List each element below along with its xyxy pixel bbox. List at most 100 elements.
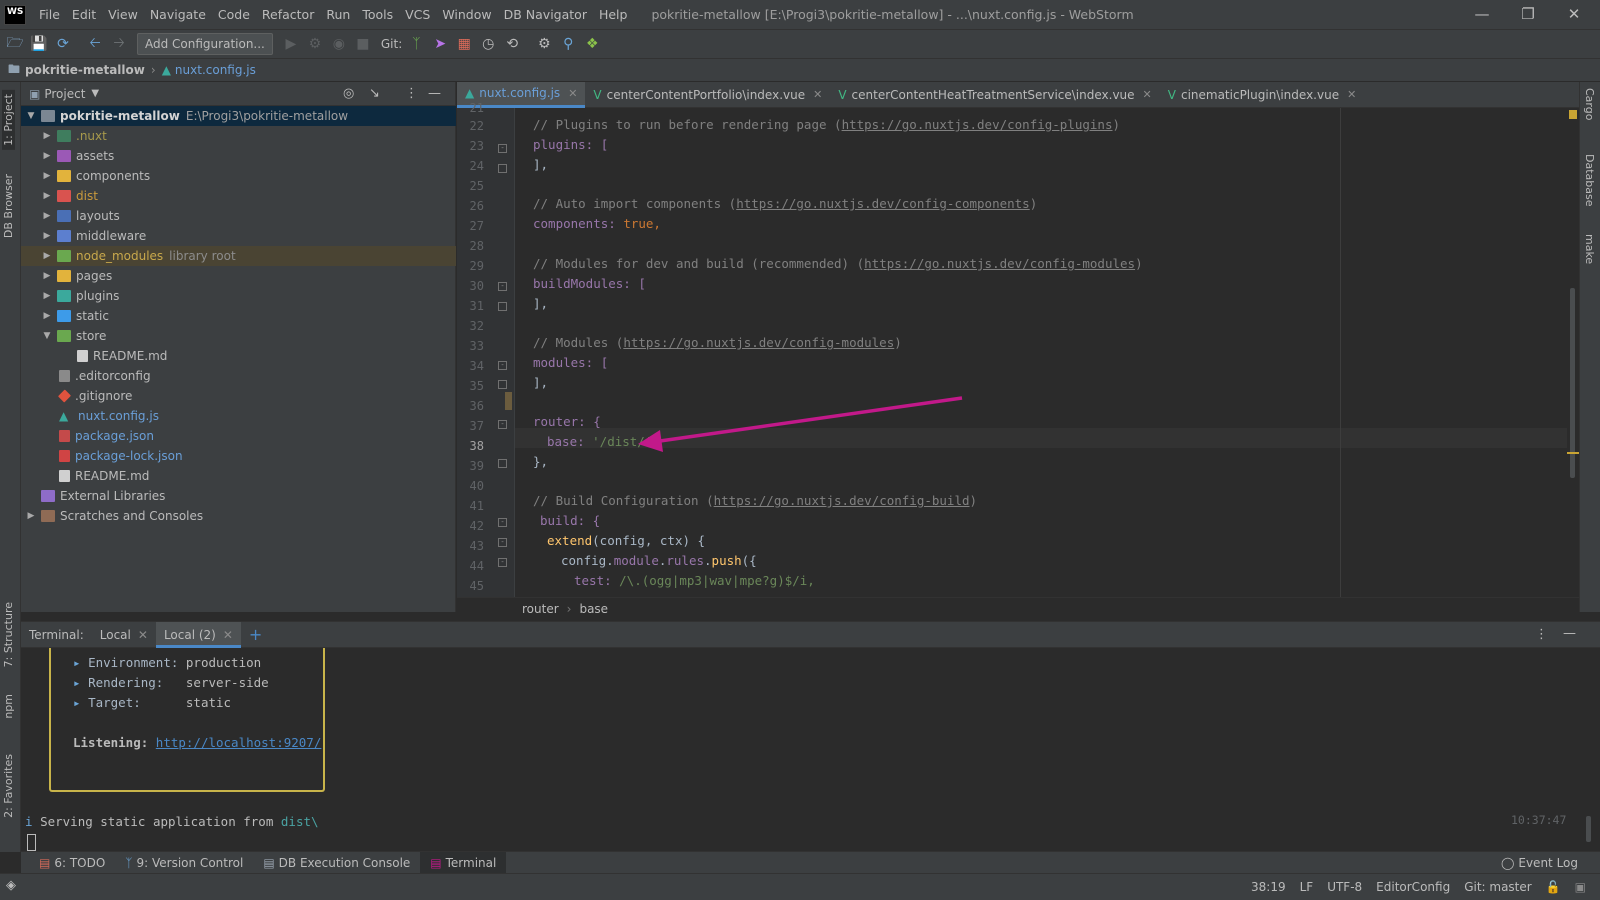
coverage-icon[interactable]: ◉ [327,33,351,55]
tree-item[interactable]: ▶ .nuxt [21,126,456,146]
tab-cinematic-plugin[interactable]: V cinematicPlugin\index.vue ✕ [1160,82,1365,108]
terminal-tab-local[interactable]: Local ✕ [92,622,156,648]
tree-item[interactable]: ▶ dist [21,186,456,206]
close-tab-icon[interactable]: ✕ [1143,88,1152,101]
line-separator[interactable]: LF [1300,880,1314,894]
nav-crumb-file[interactable]: nuxt.config.js [175,63,256,77]
terminal-tool-tab[interactable]: ▤ Terminal [420,851,507,874]
tree-item[interactable]: ▶ Scratches and Consoles [21,506,456,526]
menu-code[interactable]: Code [212,7,256,22]
search-icon[interactable]: ⚲ [556,33,580,55]
project-view-select[interactable]: Project [44,87,85,101]
close-tab-icon[interactable]: ✕ [138,628,148,642]
menu-view[interactable]: View [102,7,144,22]
layers-icon[interactable]: ◈ [6,878,16,893]
menu-run[interactable]: Run [320,7,356,22]
tree-item[interactable]: ▶ pages [21,266,456,286]
expand-arrow-icon[interactable]: ▶ [41,171,53,181]
expand-arrow-icon[interactable]: ▶ [41,271,53,281]
add-configuration-button[interactable]: Add Configuration... [137,33,273,55]
breadcrumb-router[interactable]: router [522,602,559,616]
tree-item[interactable]: ▶ static [21,306,456,326]
db-browser-tool-tab[interactable]: DB Browser [2,174,15,238]
settings-icon[interactable]: ⚙ [532,33,556,55]
menu-db-navigator[interactable]: DB Navigator [498,7,593,22]
tree-item[interactable]: ▶ middleware [21,226,456,246]
git-push-icon[interactable]: ➤ [428,33,452,55]
editorconfig-widget[interactable]: EditorConfig [1376,880,1450,894]
code-editor[interactable]: 21 22 23 24 25 26 27 28 29 30 31 32 33 3… [457,101,1579,597]
menu-navigate[interactable]: Navigate [144,7,212,22]
cargo-tool-tab[interactable]: Cargo [1583,88,1596,120]
sync-icon[interactable]: ⟳ [51,33,75,55]
tree-item[interactable]: ▶ assets [21,146,456,166]
close-tab-icon[interactable]: ✕ [1347,88,1356,101]
tree-item[interactable]: package.json [21,426,456,446]
menu-file[interactable]: File [33,7,66,22]
project-tool-tab[interactable]: 1: Project [2,90,15,150]
expand-arrow-icon[interactable]: ▶ [25,511,37,521]
db-execution-console-tool-tab[interactable]: ▤ DB Execution Console [253,852,420,874]
plugin-icon[interactable]: ❖ [580,33,604,55]
favorites-tool-tab[interactable]: 2: Favorites [2,754,15,818]
tree-root[interactable]: ▼ pokritie-metallow E:\Progi3\pokritie-m… [21,106,456,126]
git-branch-icon[interactable]: ᛉ [404,33,428,55]
lock-icon[interactable]: 🔓 [1546,880,1561,894]
expand-arrow-icon[interactable]: ▶ [41,291,53,301]
minimize-icon[interactable]: — [1462,3,1502,25]
tree-item[interactable]: ▶ layouts [21,206,456,226]
more-options-icon[interactable]: ⋮ [1535,627,1548,642]
expand-arrow-icon[interactable]: ▶ [41,251,53,261]
tree-item[interactable]: External Libraries [21,486,456,506]
make-tool-tab[interactable]: make [1583,234,1596,264]
tree-item[interactable]: ▼ store [21,326,456,346]
nav-crumb-project[interactable]: pokritie-metallow [25,63,145,77]
terminal-tab-local-2[interactable]: Local (2) ✕ [155,621,241,648]
back-icon[interactable]: 🡠 [83,33,107,55]
menu-vcs[interactable]: VCS [399,7,436,22]
close-window-icon[interactable]: ✕ [1554,3,1594,25]
terminal-scrollbar-thumb[interactable] [1586,816,1591,842]
forward-icon[interactable]: 🡢 [107,33,131,55]
npm-tool-tab[interactable]: npm [2,694,15,719]
expand-arrow-icon[interactable]: ▶ [41,191,53,201]
menu-edit[interactable]: Edit [66,7,102,22]
todo-tool-tab[interactable]: ▤ 6: TODO [29,852,115,874]
hide-panel-icon[interactable]: — [1563,626,1576,641]
file-encoding[interactable]: UTF-8 [1327,880,1362,894]
tree-item[interactable]: .editorconfig [21,366,456,386]
tree-item[interactable]: ▶ components [21,166,456,186]
chevron-down-icon[interactable]: ▼ [91,88,99,99]
version-control-tool-tab[interactable]: ᛉ 9: Version Control [115,852,253,874]
open-folder-icon[interactable]: 🗁 [3,33,27,55]
menu-refactor[interactable]: Refactor [256,7,320,22]
close-tab-icon[interactable]: ✕ [813,88,822,101]
save-all-icon[interactable]: 💾 [27,33,51,55]
tree-item[interactable]: package-lock.json [21,446,456,466]
hide-panel-icon[interactable]: — [428,86,441,101]
editor-scrollbar[interactable] [1567,108,1579,597]
expand-arrow-icon[interactable]: ▶ [41,131,53,141]
localhost-link[interactable]: http://localhost:9207/ [156,735,322,750]
caret-position[interactable]: 38:19 [1251,880,1286,894]
stop-icon[interactable]: ■ [351,33,375,55]
git-branch-widget[interactable]: Git: master [1464,880,1532,894]
more-options-icon[interactable]: ⋮ [405,86,418,101]
tree-item[interactable]: ▲ nuxt.config.js [21,406,456,426]
tab-center-content-portfolio[interactable]: V centerContentPortfolio\index.vue ✕ [585,82,830,108]
new-tab-plus-icon[interactable]: + [241,622,270,648]
tree-item[interactable]: README.md [21,466,456,486]
terminal-cursor[interactable] [27,834,36,851]
close-tab-icon[interactable]: ✕ [223,628,233,642]
expand-arrow-icon[interactable]: ▼ [25,111,37,121]
locate-icon[interactable]: ◎ [343,86,354,101]
scrollbar-thumb[interactable] [1570,288,1575,478]
debug-icon[interactable]: ⚙ [303,33,327,55]
collapse-arrow-icon[interactable]: ▼ [41,331,53,341]
structure-tool-tab[interactable]: 7: Structure [2,602,15,667]
run-icon[interactable]: ▶ [279,33,303,55]
breadcrumb-base[interactable]: base [579,602,608,616]
tree-item[interactable]: README.md [21,346,456,366]
git-history-icon[interactable]: ◷ [476,33,500,55]
expand-arrow-icon[interactable]: ▶ [41,151,53,161]
